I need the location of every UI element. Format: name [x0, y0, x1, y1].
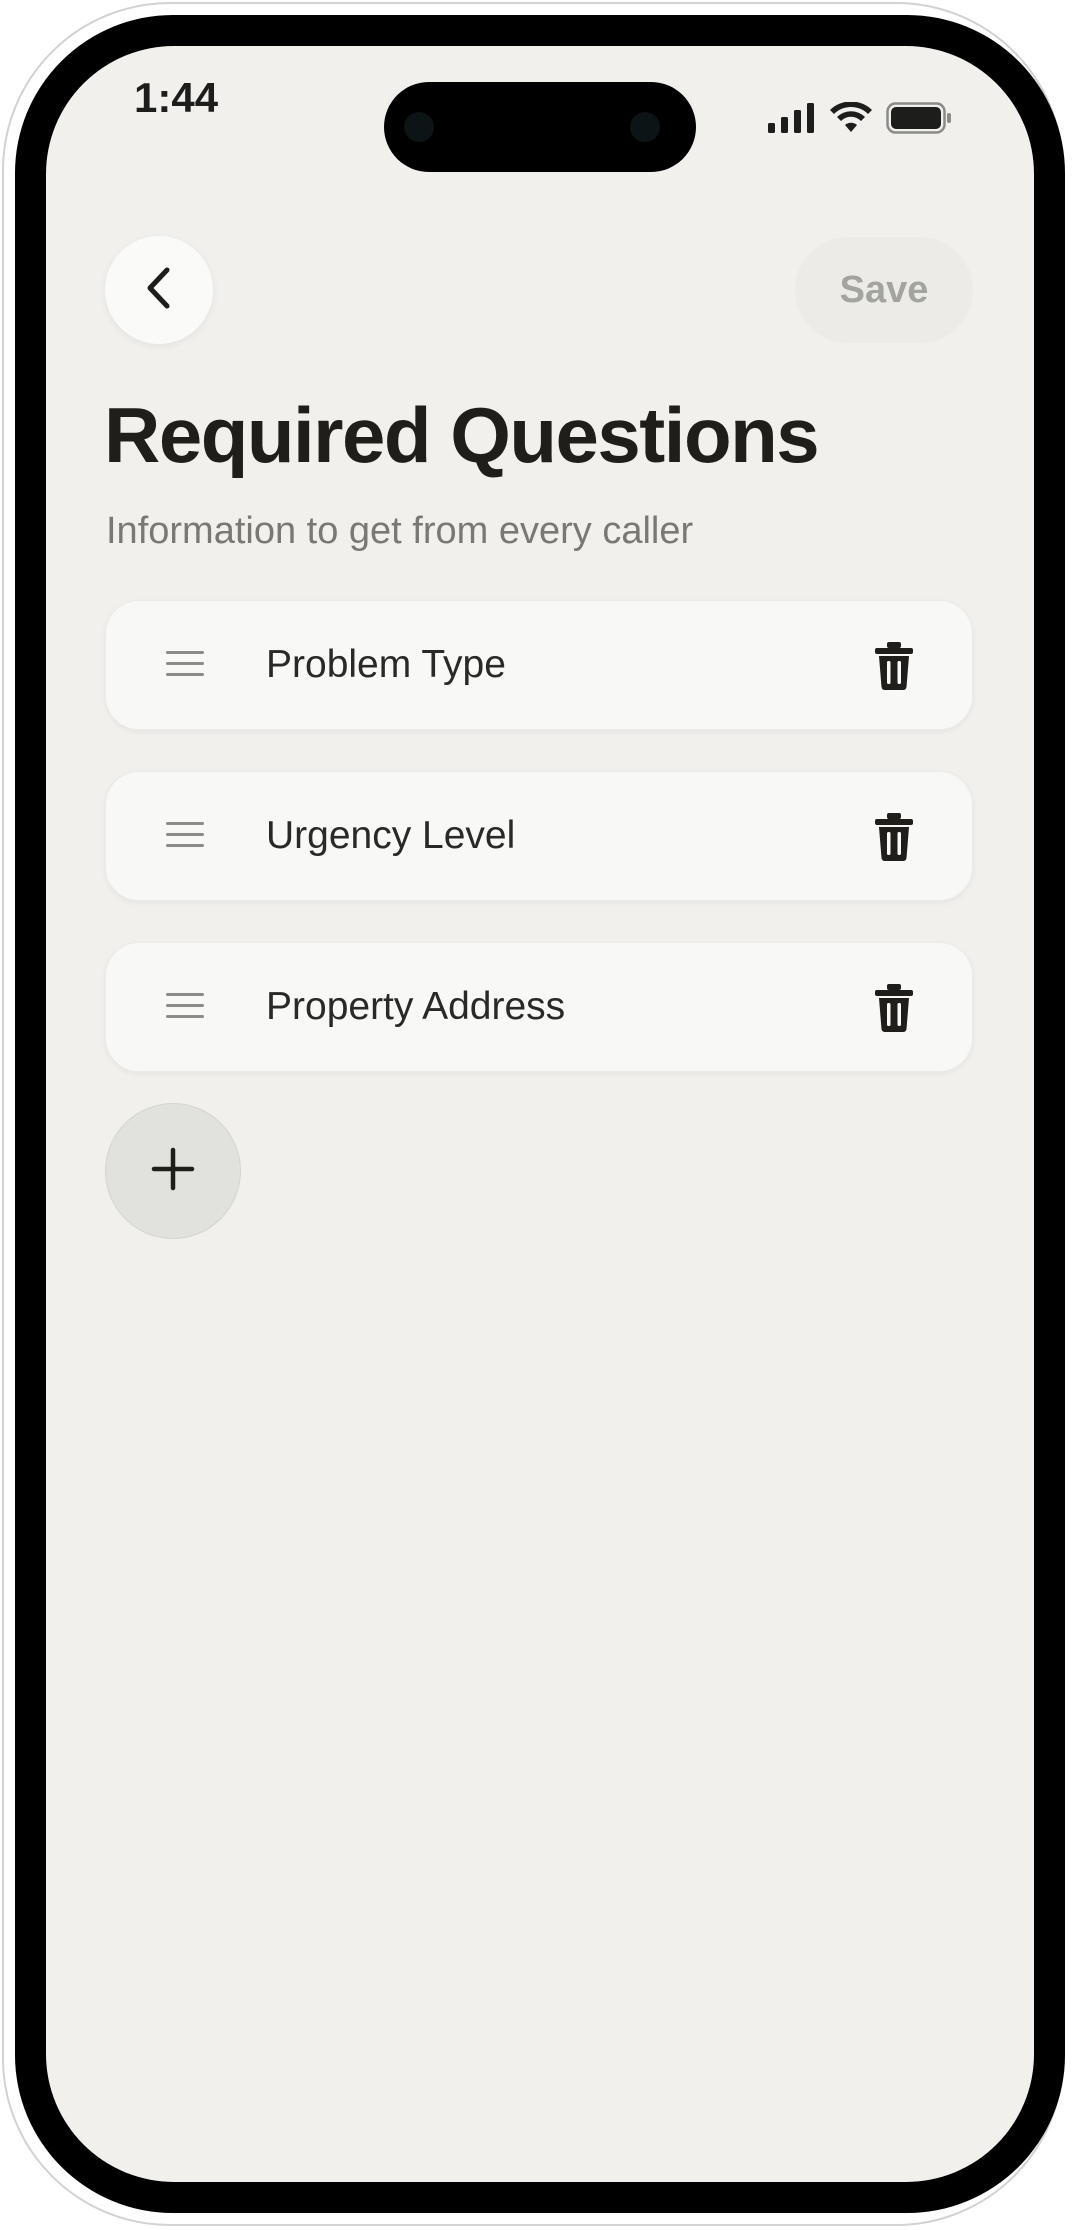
dynamic-island [384, 82, 696, 172]
battery-icon [886, 102, 952, 139]
trash-icon[interactable] [872, 983, 916, 1033]
question-label: Urgency Level [266, 814, 516, 857]
page-subtitle: Information to get from every caller [106, 510, 694, 552]
back-button[interactable] [105, 236, 213, 344]
save-button[interactable]: Save [795, 237, 973, 343]
page-title: Required Questions [104, 391, 820, 479]
wifi-icon [830, 101, 872, 139]
cellular-signal-icon [768, 103, 816, 138]
question-item[interactable]: Property Address [105, 942, 973, 1072]
camera-lens [404, 112, 434, 142]
question-item[interactable]: Urgency Level [105, 771, 973, 901]
drag-handle-icon[interactable] [166, 651, 204, 681]
chevron-left-icon [141, 266, 177, 315]
add-question-button[interactable] [105, 1103, 241, 1239]
drag-handle-icon[interactable] [166, 822, 204, 852]
question-label: Problem Type [266, 643, 506, 686]
status-icons [768, 101, 952, 139]
trash-icon[interactable] [872, 812, 916, 862]
question-item[interactable]: Problem Type [105, 600, 973, 730]
plus-icon [151, 1147, 195, 1196]
status-time: 1:44 [134, 74, 219, 121]
sensor-dot [630, 112, 660, 142]
question-list: Problem Type Urgency Level Property Addr… [105, 600, 973, 1113]
trash-icon[interactable] [872, 641, 916, 691]
drag-handle-icon[interactable] [166, 993, 204, 1023]
question-label: Property Address [266, 985, 566, 1028]
